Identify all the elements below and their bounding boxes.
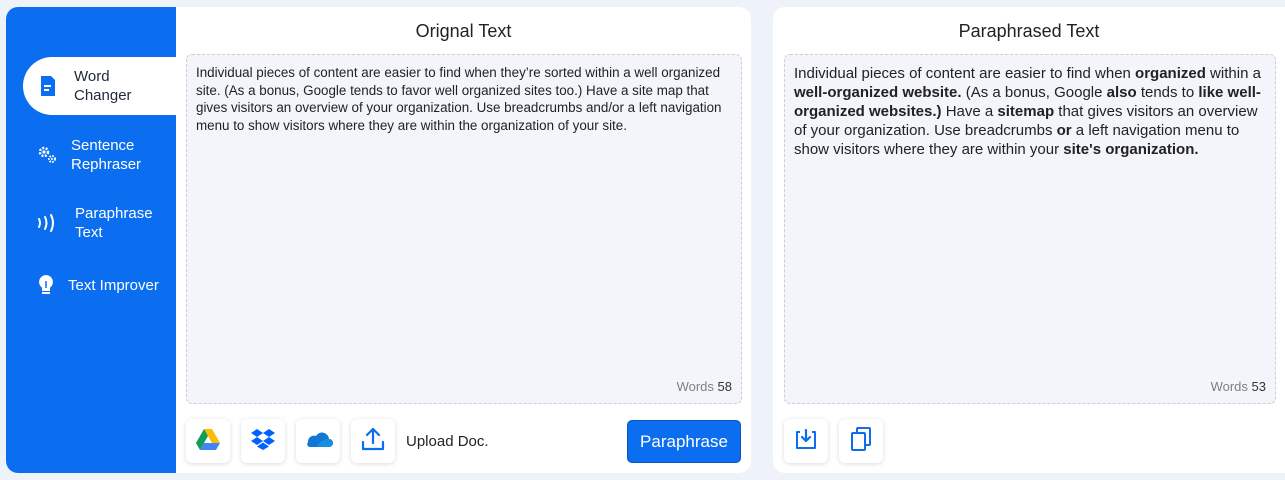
- copy-icon: [849, 426, 873, 457]
- onedrive-icon: [303, 429, 333, 454]
- words-count: 53: [1251, 379, 1266, 394]
- google-drive-button[interactable]: [186, 419, 230, 463]
- changed-phrase: or: [1056, 122, 1072, 139]
- paraphrased-panel: Paraphrased Text Individual pieces of co…: [773, 7, 1285, 473]
- download-icon: [794, 427, 818, 456]
- onedrive-button[interactable]: [296, 419, 340, 463]
- paraphrased-text[interactable]: Individual pieces of content are easier …: [794, 64, 1267, 159]
- sidebar-item-text-improver[interactable]: Text Improver: [6, 273, 176, 297]
- original-title: Orignal Text: [415, 21, 512, 41]
- sidebar-item-word-changer[interactable]: Word Changer: [23, 57, 176, 115]
- upload-doc-label[interactable]: Upload Doc.: [406, 433, 489, 450]
- sidebar-item-label: Paraphrase Text: [75, 205, 153, 241]
- sidebar: Word Changer Sentence Rephraser Paraphra…: [6, 7, 176, 473]
- word-count: Words 53: [1211, 379, 1266, 394]
- dropbox-button[interactable]: [241, 419, 285, 463]
- sidebar-item-paraphrase-text[interactable]: Paraphrase Text: [6, 204, 176, 242]
- paraphrased-title: Paraphrased Text: [958, 21, 1100, 41]
- original-panel: Word Changer Sentence Rephraser Paraphra…: [6, 7, 751, 473]
- original-text[interactable]: Individual pieces of content are easier …: [196, 64, 733, 134]
- paraphrase-button[interactable]: Paraphrase: [627, 420, 741, 463]
- paraphrased-text-box: Individual pieces of content are easier …: [784, 54, 1276, 404]
- original-text-input[interactable]: Individual pieces of content are easier …: [186, 54, 742, 404]
- text-segment: Individual pieces of content are easier …: [794, 65, 1136, 82]
- changed-phrase: also: [1106, 84, 1137, 101]
- download-button[interactable]: [784, 419, 828, 463]
- words-label: Words: [676, 379, 714, 394]
- copy-button[interactable]: [839, 419, 883, 463]
- words-count: 58: [717, 379, 732, 394]
- word-count: Words 58: [677, 379, 732, 394]
- gears-icon: [35, 143, 59, 167]
- text-segment: Have a: [941, 103, 998, 120]
- text-segment: (As a bonus, Google: [961, 84, 1107, 101]
- dropbox-icon: [250, 427, 276, 456]
- text-segment: within a: [1205, 65, 1261, 82]
- upload-button[interactable]: [351, 419, 395, 463]
- sidebar-item-sentence-rephraser[interactable]: Sentence Rephraser: [6, 136, 176, 174]
- changed-phrase: organized: [1135, 65, 1206, 82]
- changed-phrase: well-organized website.: [794, 84, 962, 101]
- changed-phrase: sitemap: [997, 103, 1055, 120]
- text-segment: tends to: [1136, 84, 1199, 101]
- waves-icon: [35, 211, 59, 235]
- words-label: Words: [1210, 379, 1248, 394]
- sidebar-item-label: Sentence Rephraser: [71, 137, 142, 173]
- document-icon: [36, 74, 60, 98]
- google-drive-icon: [195, 427, 221, 456]
- sidebar-item-label: Text Improver: [68, 276, 159, 294]
- changed-phrase: site's organization.: [1063, 141, 1199, 158]
- upload-icon: [360, 426, 386, 457]
- sidebar-item-label: Word Changer: [74, 68, 132, 104]
- lightbulb-icon: [34, 273, 58, 297]
